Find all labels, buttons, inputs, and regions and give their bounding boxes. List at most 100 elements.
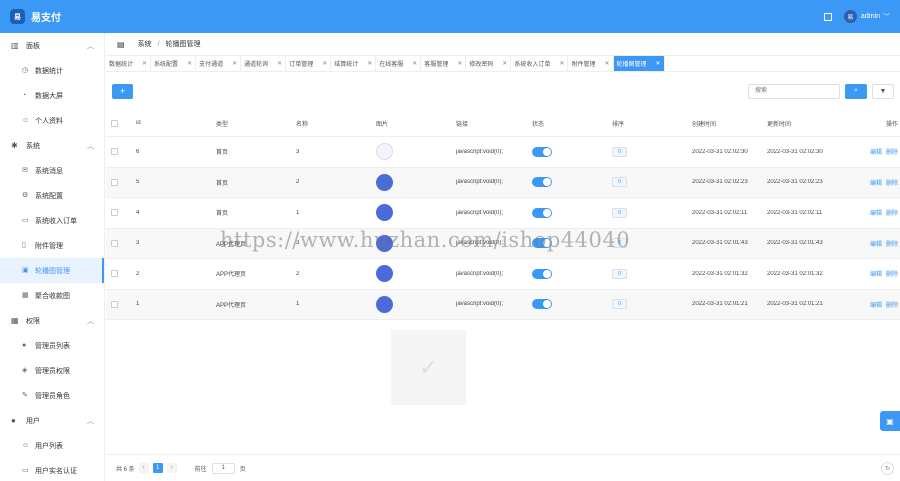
sort-input[interactable]: 0 <box>612 268 627 279</box>
select-all-checkbox[interactable] <box>111 119 118 127</box>
state-toggle[interactable] <box>532 299 552 310</box>
prev-page-button[interactable]: ‹ <box>138 463 149 473</box>
sidebar-item-income-orders[interactable]: ▭ 系统收入订单 <box>0 208 104 233</box>
sidebar-item-user-verify[interactable]: ▭ 用户实名认证 <box>0 458 104 481</box>
tab-orders[interactable]: 订单管理 ✕ <box>286 56 332 71</box>
sidebar-group-panel[interactable]: ▥ 面板 ︿ <box>0 33 104 58</box>
carousel-thumbnail[interactable] <box>376 173 393 191</box>
close-icon[interactable]: ✕ <box>277 60 282 67</box>
username[interactable]: admin <box>861 13 880 20</box>
sort-input[interactable]: 0 <box>612 207 627 218</box>
tab-carousel[interactable]: 轮播图管理 ✕ <box>613 56 665 71</box>
edit-button[interactable]: 编辑 <box>870 211 882 217</box>
menu-icon[interactable]: ▤ <box>117 40 125 49</box>
sidebar-item-user-list[interactable]: ☺ 用户列表 <box>0 433 104 458</box>
close-icon[interactable]: ✕ <box>187 60 192 67</box>
search-input[interactable] <box>748 83 840 99</box>
close-icon[interactable]: ✕ <box>604 60 609 67</box>
close-icon[interactable]: ✕ <box>457 60 462 67</box>
sidebar-item-admin-roles[interactable]: ✎ 管理员角色 <box>0 383 104 408</box>
close-icon[interactable]: ✕ <box>322 60 327 67</box>
header-name[interactable]: 名称 <box>296 119 376 128</box>
tab-pay-channel[interactable]: 支付通道 ✕ <box>196 56 242 71</box>
tab-online-support[interactable]: 在线客服 ✕ <box>376 56 422 71</box>
edit-icon: ✎ <box>22 392 28 399</box>
breadcrumb-parent[interactable]: 系统 <box>138 39 152 49</box>
add-button[interactable]: + <box>112 83 133 99</box>
sidebar-item-qrcode[interactable]: ▦ 聚合收款图 <box>0 283 104 308</box>
edit-button[interactable]: 编辑 <box>870 272 882 278</box>
delete-button[interactable]: 删除 <box>886 242 898 248</box>
sidebar-item-data-screen[interactable]: ◔ 数据大屏 <box>0 83 104 108</box>
filter-button[interactable]: ▼ <box>872 83 894 99</box>
close-icon[interactable]: ✕ <box>412 60 417 67</box>
edit-button[interactable]: 编辑 <box>870 150 882 156</box>
carousel-thumbnail[interactable] <box>376 265 393 283</box>
delete-button[interactable]: 删除 <box>886 150 898 156</box>
delete-button[interactable]: 删除 <box>886 272 898 278</box>
avatar[interactable]: 易 <box>843 10 857 23</box>
sidebar-item-config[interactable]: ⚙ 系统配置 <box>0 183 104 208</box>
row-checkbox[interactable] <box>111 239 118 247</box>
goto-page-input[interactable]: 1 <box>211 462 235 474</box>
carousel-thumbnail[interactable] <box>376 234 393 252</box>
row-checkbox[interactable] <box>111 300 118 308</box>
search-button[interactable]: ⌕ <box>845 83 867 99</box>
close-icon[interactable]: ✕ <box>656 60 661 67</box>
chevron-down-icon[interactable]: ﹀ <box>883 12 890 22</box>
sort-input[interactable]: 0 <box>612 177 627 188</box>
row-checkbox[interactable] <box>111 178 118 186</box>
state-toggle[interactable] <box>532 177 552 188</box>
close-icon[interactable]: ✕ <box>502 60 507 67</box>
state-toggle[interactable] <box>532 268 552 279</box>
sidebar-item-admin-permissions[interactable]: ◈ 管理员权限 <box>0 358 104 383</box>
sidebar-group-system[interactable]: ✱ 系统 ︿ <box>0 133 104 158</box>
delete-button[interactable]: 删除 <box>886 211 898 217</box>
row-checkbox[interactable] <box>111 148 118 156</box>
carousel-thumbnail[interactable] <box>376 295 393 313</box>
edit-button[interactable]: 编辑 <box>870 181 882 187</box>
delete-button[interactable]: 删除 <box>886 181 898 187</box>
refresh-button[interactable]: ↻ <box>881 461 894 475</box>
carousel-thumbnail[interactable] <box>376 143 393 161</box>
sidebar-group-users[interactable]: ● 用户 ︿ <box>0 408 104 433</box>
tab-support-manage[interactable]: 客服管理 ✕ <box>421 56 467 71</box>
state-toggle[interactable] <box>532 146 552 157</box>
delete-button[interactable]: 删除 <box>886 303 898 309</box>
fullscreen-icon[interactable] <box>823 12 832 21</box>
sidebar-group-permissions[interactable]: ▦ 权限 ︿ <box>0 308 104 333</box>
tab-change-password[interactable]: 修改密码 ✕ <box>466 56 512 71</box>
close-icon[interactable]: ✕ <box>142 60 147 67</box>
sidebar-item-messages[interactable]: ✉ 系统消息 <box>0 158 104 183</box>
current-page[interactable]: 1 <box>152 463 163 473</box>
header-id[interactable]: id <box>136 120 216 126</box>
next-page-button[interactable]: › <box>166 463 177 473</box>
close-icon[interactable]: ✕ <box>367 60 372 67</box>
sort-input[interactable]: 0 <box>612 238 627 249</box>
sidebar-item-admin-list[interactable]: ● 管理员列表 <box>0 333 104 358</box>
tab-settlement[interactable]: 结算统计 ✕ <box>331 56 377 71</box>
sort-input[interactable]: 0 <box>612 299 627 310</box>
state-toggle[interactable] <box>532 238 552 249</box>
tab-attachments[interactable]: 附件管理 ✕ <box>568 56 614 71</box>
sidebar-item-carousel[interactable]: ▣ 轮播图管理 <box>0 258 104 283</box>
floating-service-button[interactable]: ▣ <box>880 411 900 431</box>
row-checkbox[interactable] <box>111 209 118 217</box>
header-type[interactable]: 类型 <box>216 119 296 128</box>
sidebar-item-data-stats[interactable]: ◷ 数据统计 <box>0 58 104 83</box>
tab-channel-poll[interactable]: 通道轮询 ✕ <box>241 56 287 71</box>
sidebar-item-profile[interactable]: ☺ 个人资料 <box>0 108 104 133</box>
row-checkbox[interactable] <box>111 270 118 278</box>
sidebar-item-attachments[interactable]: ▯ 附件管理 <box>0 233 104 258</box>
tab-income-orders[interactable]: 系统收入订单 ✕ <box>511 56 569 71</box>
tab-system-config[interactable]: 系统配置 ✕ <box>151 56 197 71</box>
carousel-thumbnail[interactable] <box>376 204 393 222</box>
edit-button[interactable]: 编辑 <box>870 242 882 248</box>
tab-data-stats[interactable]: 数据统计 ✕ <box>106 56 152 71</box>
close-icon[interactable]: ✕ <box>232 60 237 67</box>
brand[interactable]: 易 易支付 <box>0 9 105 24</box>
state-toggle[interactable] <box>532 207 552 218</box>
sort-input[interactable]: 0 <box>612 146 627 157</box>
edit-button[interactable]: 编辑 <box>870 303 882 309</box>
close-icon[interactable]: ✕ <box>559 60 564 67</box>
